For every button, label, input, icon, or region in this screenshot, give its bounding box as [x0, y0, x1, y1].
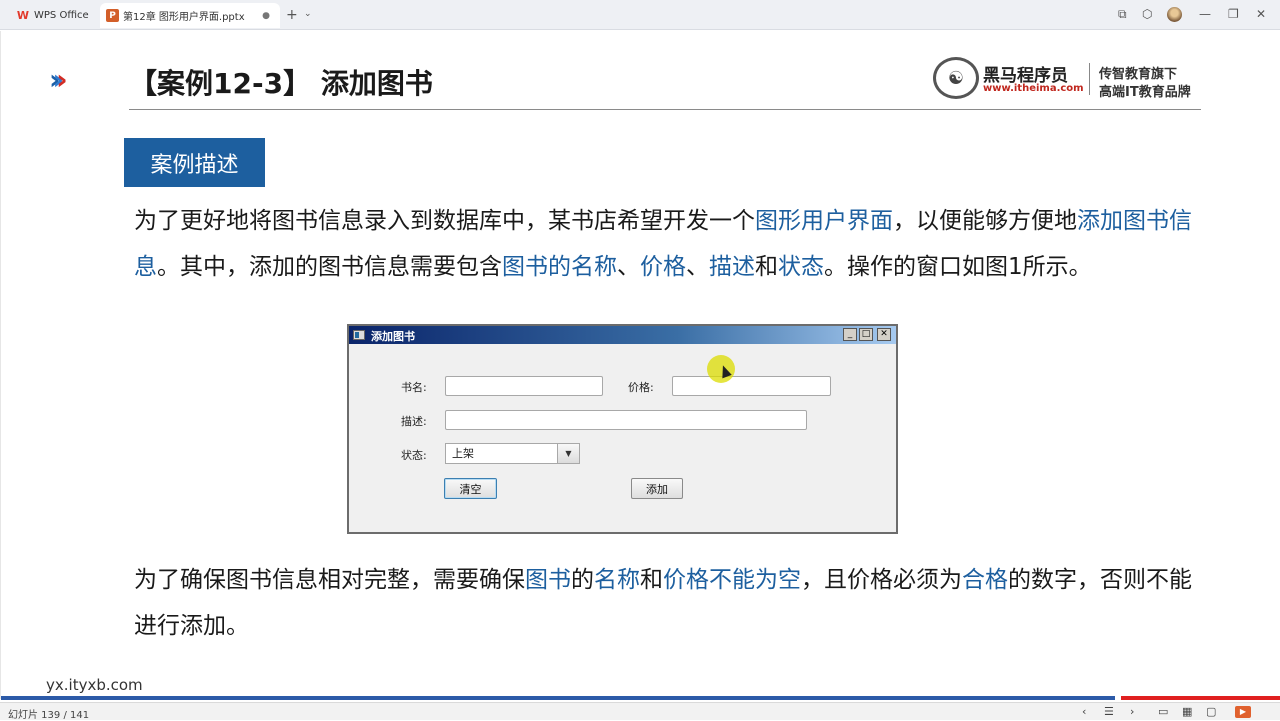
brand-url: www.itheima.com: [983, 83, 1084, 94]
brand-logo-icon: ☯: [933, 57, 979, 99]
paragraph-text: 的: [571, 567, 594, 593]
add-button: 添加: [631, 478, 683, 499]
minimize-button[interactable]: —: [1199, 7, 1211, 21]
watermark: yx.ityxb.com: [46, 676, 143, 694]
slide-canvas[interactable]: › › › 【案例12-3】 添加图书 ☯ 黑马程序员 www.itheima.co…: [0, 31, 1280, 700]
status-bar: 幻灯片 139 / 141 ‹ ☰ › ▭ ▦ ▢ ▶: [0, 702, 1280, 721]
brand-block: ☯ 黑马程序员 www.itheima.com 传智教育旗下 高端IT教育品牌: [933, 57, 1205, 101]
normal-view-icon[interactable]: ▭: [1158, 705, 1168, 718]
presentation-file-icon: P: [106, 9, 119, 22]
slide-title: 【案例12-3】 添加图书: [129, 67, 433, 100]
tab-document-label: 第12章 图形用户界面.pptx: [123, 12, 245, 23]
tab-wps-office-label: WPS Office: [34, 10, 89, 21]
paragraph-text: 为了更好地将图书信息录入到数据库中，某书店希望开发一个: [134, 208, 755, 234]
dialog-maximize-icon: □: [859, 328, 873, 341]
paragraph-text: 和: [755, 254, 778, 280]
price-field: [672, 376, 831, 396]
highlighted-term: 图书的名称: [502, 254, 617, 280]
book-name-field: [445, 376, 603, 396]
notes-icon[interactable]: ☰: [1104, 705, 1114, 718]
brand-divider: [1089, 63, 1090, 95]
description-paragraph-2: 为了确保图书信息相对完整，需要确保图书的名称和价格不能为空，且价格必须为合格的数…: [134, 557, 1204, 649]
slide-counter: 幻灯片 139 / 141: [8, 710, 90, 721]
status-select-value: 上架: [452, 447, 474, 460]
prev-slide-button[interactable]: ‹: [1082, 705, 1086, 718]
status-label: 状态:: [401, 449, 427, 462]
description-label: 描述:: [401, 415, 427, 428]
book-name-label: 书名:: [401, 381, 427, 394]
chevron-arrows-icon: › › ›: [49, 63, 67, 96]
window-icon: [353, 330, 365, 340]
paragraph-text: 。操作的窗口如图1所示。: [824, 254, 1092, 280]
paragraph-text: ，以便能够方便地: [893, 208, 1077, 234]
paragraph-text: ，且价格必须为: [801, 567, 962, 593]
title-divider: [129, 109, 1201, 110]
paragraph-text: 。其中，添加的图书信息需要包含: [157, 254, 502, 280]
clear-button: 清空: [444, 478, 497, 499]
maximize-button[interactable]: ❐: [1228, 7, 1239, 21]
wps-logo-icon: W: [16, 9, 30, 22]
dialog-minimize-icon: _: [843, 328, 857, 341]
highlighted-term: 价格不能为空: [663, 567, 801, 593]
slide-sorter-icon[interactable]: ▦: [1182, 705, 1192, 718]
highlighted-term: 状态: [778, 254, 824, 280]
tab-document[interactable]: P 第12章 图形用户界面.pptx ●: [100, 3, 280, 28]
description-paragraph-1: 为了更好地将图书信息录入到数据库中，某书店希望开发一个图形用户界面，以便能够方便…: [134, 198, 1204, 290]
highlighted-term: 合格: [962, 567, 1008, 593]
avatar[interactable]: [1167, 7, 1182, 22]
add-book-dialog-figure: 添加图书 _ □ ✕ 书名: 价格: 描述: 状态: 上架 ▼ 清空 添加: [347, 324, 898, 534]
next-slide-button[interactable]: ›: [1130, 705, 1134, 718]
highlighted-term: 图书: [525, 567, 571, 593]
reading-view-icon[interactable]: ▢: [1206, 705, 1216, 718]
chevron-down-icon: ▼: [557, 444, 579, 463]
tab-list-chevron-icon[interactable]: ⌄: [304, 9, 312, 19]
play-slideshow-button[interactable]: ▶: [1235, 706, 1251, 718]
cube-icon[interactable]: ⬡: [1142, 7, 1152, 21]
section-label: 案例描述: [124, 138, 265, 187]
paragraph-text: 、: [617, 254, 640, 280]
tab-close-icon[interactable]: ●: [262, 11, 270, 21]
brand-slogan-line1: 传智教育旗下: [1099, 67, 1178, 82]
restore-layout-icon[interactable]: ⧉: [1118, 7, 1127, 22]
paragraph-text: 、: [686, 254, 709, 280]
new-tab-button[interactable]: +: [286, 7, 298, 23]
paragraph-text: 为了确保图书信息相对完整，需要确保: [134, 567, 525, 593]
description-field: [445, 410, 807, 430]
paragraph-text: 和: [640, 567, 663, 593]
status-select: 上架 ▼: [445, 443, 580, 464]
highlighted-term: 价格: [640, 254, 686, 280]
dialog-title: 添加图书: [371, 330, 415, 343]
dialog-title-bar: 添加图书 _ □ ✕: [349, 326, 896, 344]
tab-wps-office[interactable]: W WPS Office: [8, 3, 96, 28]
slide-progress-bar: [1, 696, 1115, 700]
dialog-close-icon: ✕: [877, 328, 891, 341]
price-label: 价格:: [628, 381, 654, 394]
highlighted-term: 描述: [709, 254, 755, 280]
highlighted-term: 名称: [594, 567, 640, 593]
close-window-button[interactable]: ✕: [1256, 7, 1266, 21]
highlighted-term: 图形用户界面: [755, 208, 893, 234]
brand-slogan-line2: 高端IT教育品牌: [1099, 85, 1191, 100]
tab-bar: W WPS Office P 第12章 图形用户界面.pptx ● + ⌄ ⧉ …: [0, 0, 1280, 30]
slide-progress-remaining: [1121, 696, 1280, 700]
